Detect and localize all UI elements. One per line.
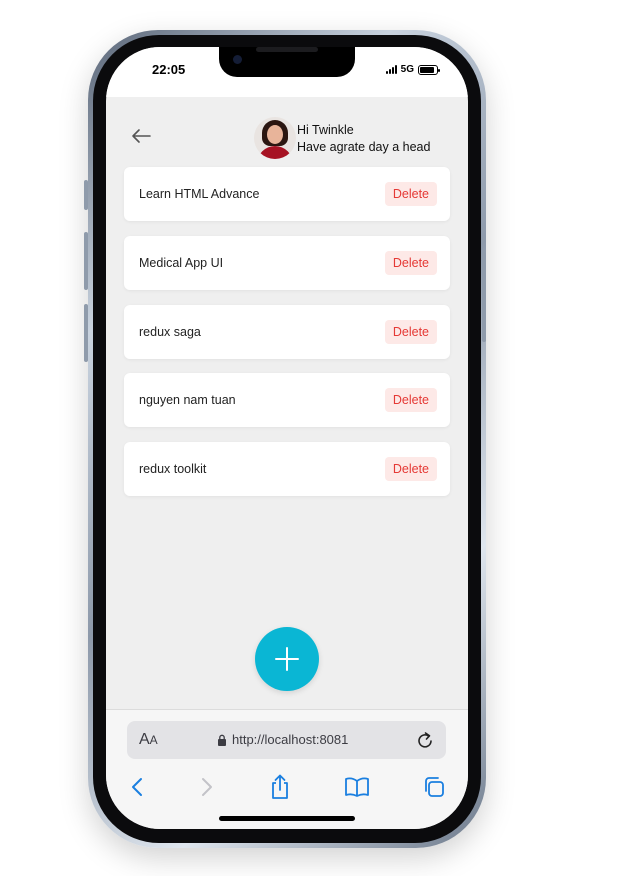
phone-screen: 22:05 5G Hi Twinkle Have agrate day a he… <box>106 47 468 829</box>
todo-text: Learn HTML Advance <box>139 187 260 201</box>
back-arrow-icon[interactable] <box>130 127 152 145</box>
greeting-subtitle: Have agrate day a head <box>297 140 431 154</box>
delete-button[interactable]: Delete <box>384 319 437 344</box>
todo-text: redux toolkit <box>139 462 207 477</box>
text-size-button[interactable]: AA <box>139 731 158 749</box>
delete-button[interactable]: Delete <box>384 182 437 206</box>
user-greeting: Hi Twinkle Have agrate day a head <box>254 117 430 159</box>
delete-button[interactable]: Delete <box>384 457 437 482</box>
greeting-text: Hi Twinkle Have agrate day a head <box>297 122 430 156</box>
browser-toolbar: AA http://localhost:8081 <box>106 709 468 829</box>
bookmarks-icon[interactable] <box>342 772 372 802</box>
silent-switch <box>84 180 88 210</box>
todo-item: redux saga Delete <box>124 304 450 359</box>
todo-text: redux saga <box>139 324 201 339</box>
greeting-name: Hi Twinkle <box>297 123 354 137</box>
notch <box>219 47 355 77</box>
battery-icon <box>418 64 440 75</box>
url-text: http://localhost:8081 <box>232 732 349 747</box>
todo-item: Learn HTML Advance Delete <box>124 167 450 221</box>
browser-nav <box>106 772 468 802</box>
status-bar: 22:05 5G <box>106 47 468 97</box>
volume-down-button <box>84 304 88 362</box>
delete-button[interactable]: Delete <box>384 388 437 413</box>
browser-back-icon[interactable] <box>122 772 152 802</box>
camera-icon <box>233 55 242 64</box>
plus-icon <box>275 647 299 671</box>
power-button <box>482 252 486 342</box>
todo-text: Medical App UI <box>139 255 224 270</box>
lock-icon <box>218 734 226 746</box>
avatar <box>254 117 296 159</box>
todo-list: Learn HTML Advance Delete Medical App UI… <box>124 167 450 511</box>
add-todo-button[interactable] <box>255 627 319 691</box>
todo-text: nguyen nam tuan <box>139 393 236 408</box>
home-indicator <box>219 816 355 821</box>
tabs-icon[interactable] <box>419 772 449 802</box>
status-time: 22:05 <box>152 62 186 77</box>
address-bar[interactable]: AA http://localhost:8081 <box>127 721 446 759</box>
todo-item: redux toolkit Delete <box>124 442 450 497</box>
reload-icon[interactable] <box>416 730 434 750</box>
speaker-grille <box>256 47 318 52</box>
stage: 22:05 5G Hi Twinkle Have agrate day a he… <box>0 0 625 876</box>
status-indicators: 5G <box>385 64 440 75</box>
volume-up-button <box>84 232 88 290</box>
todo-item: nguyen nam tuan Delete <box>124 373 450 428</box>
url-field[interactable]: http://localhost:8081 <box>217 732 348 747</box>
browser-forward-icon[interactable] <box>192 772 222 802</box>
delete-button[interactable]: Delete <box>384 250 437 275</box>
signal-icon <box>385 65 397 74</box>
todo-item: Medical App UI Delete <box>124 235 450 290</box>
share-icon[interactable] <box>265 772 295 802</box>
network-type: 5G <box>400 64 414 75</box>
